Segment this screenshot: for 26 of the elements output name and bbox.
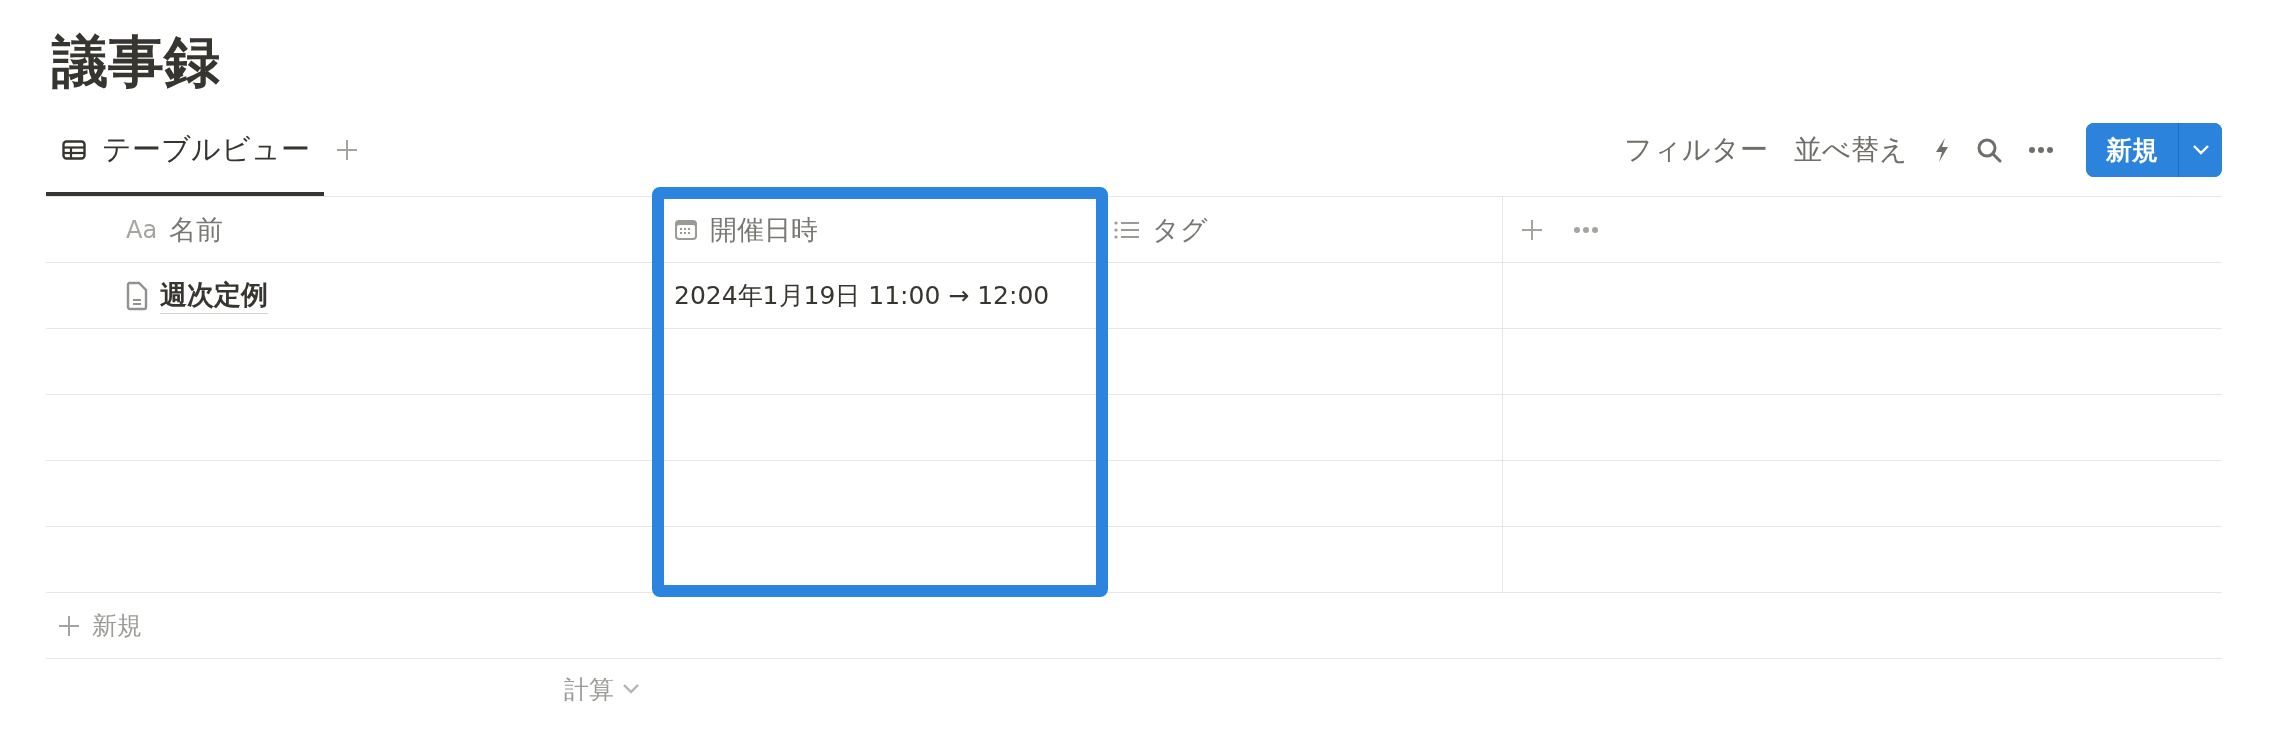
chevron-icon bbox=[2191, 144, 2210, 156]
page-title: 議事録 bbox=[50, 28, 221, 96]
column-header[interactable]: 開催日時 bbox=[660, 197, 1100, 263]
chevron-icon bbox=[622, 683, 640, 695]
dropdown-button[interactable] bbox=[2178, 123, 2222, 177]
page-link[interactable]: 週次定例 bbox=[160, 277, 268, 314]
calculate-button[interactable]: 計算 bbox=[558, 659, 646, 719]
document-icon bbox=[126, 280, 148, 311]
table-icon bbox=[62, 140, 86, 160]
toolbar-button[interactable]: フィルター bbox=[1624, 131, 1768, 169]
search-icon[interactable] bbox=[1976, 137, 2002, 163]
more-icon[interactable] bbox=[2028, 146, 2054, 154]
plus-icon bbox=[58, 614, 80, 637]
more-icon[interactable] bbox=[1573, 225, 1599, 234]
column-header[interactable]: タグ bbox=[1100, 197, 1503, 263]
text-type-icon: Aa bbox=[126, 215, 158, 244]
list-icon bbox=[1114, 219, 1140, 240]
column-header[interactable]: Aa 名前 bbox=[46, 197, 660, 263]
view-tab[interactable]: テーブルビュー bbox=[46, 104, 324, 196]
lightning-icon[interactable] bbox=[1934, 137, 1950, 163]
add-row-button[interactable]: 新規 bbox=[46, 593, 2222, 659]
calendar-icon bbox=[674, 218, 698, 241]
date-text: 2024年1月19日 11:00 → 12:00 bbox=[674, 280, 1050, 312]
add-view-icon[interactable] bbox=[336, 139, 358, 161]
toolbar-button[interactable]: 並べ替え bbox=[1794, 131, 1908, 169]
add-column-icon[interactable] bbox=[1521, 218, 1543, 241]
